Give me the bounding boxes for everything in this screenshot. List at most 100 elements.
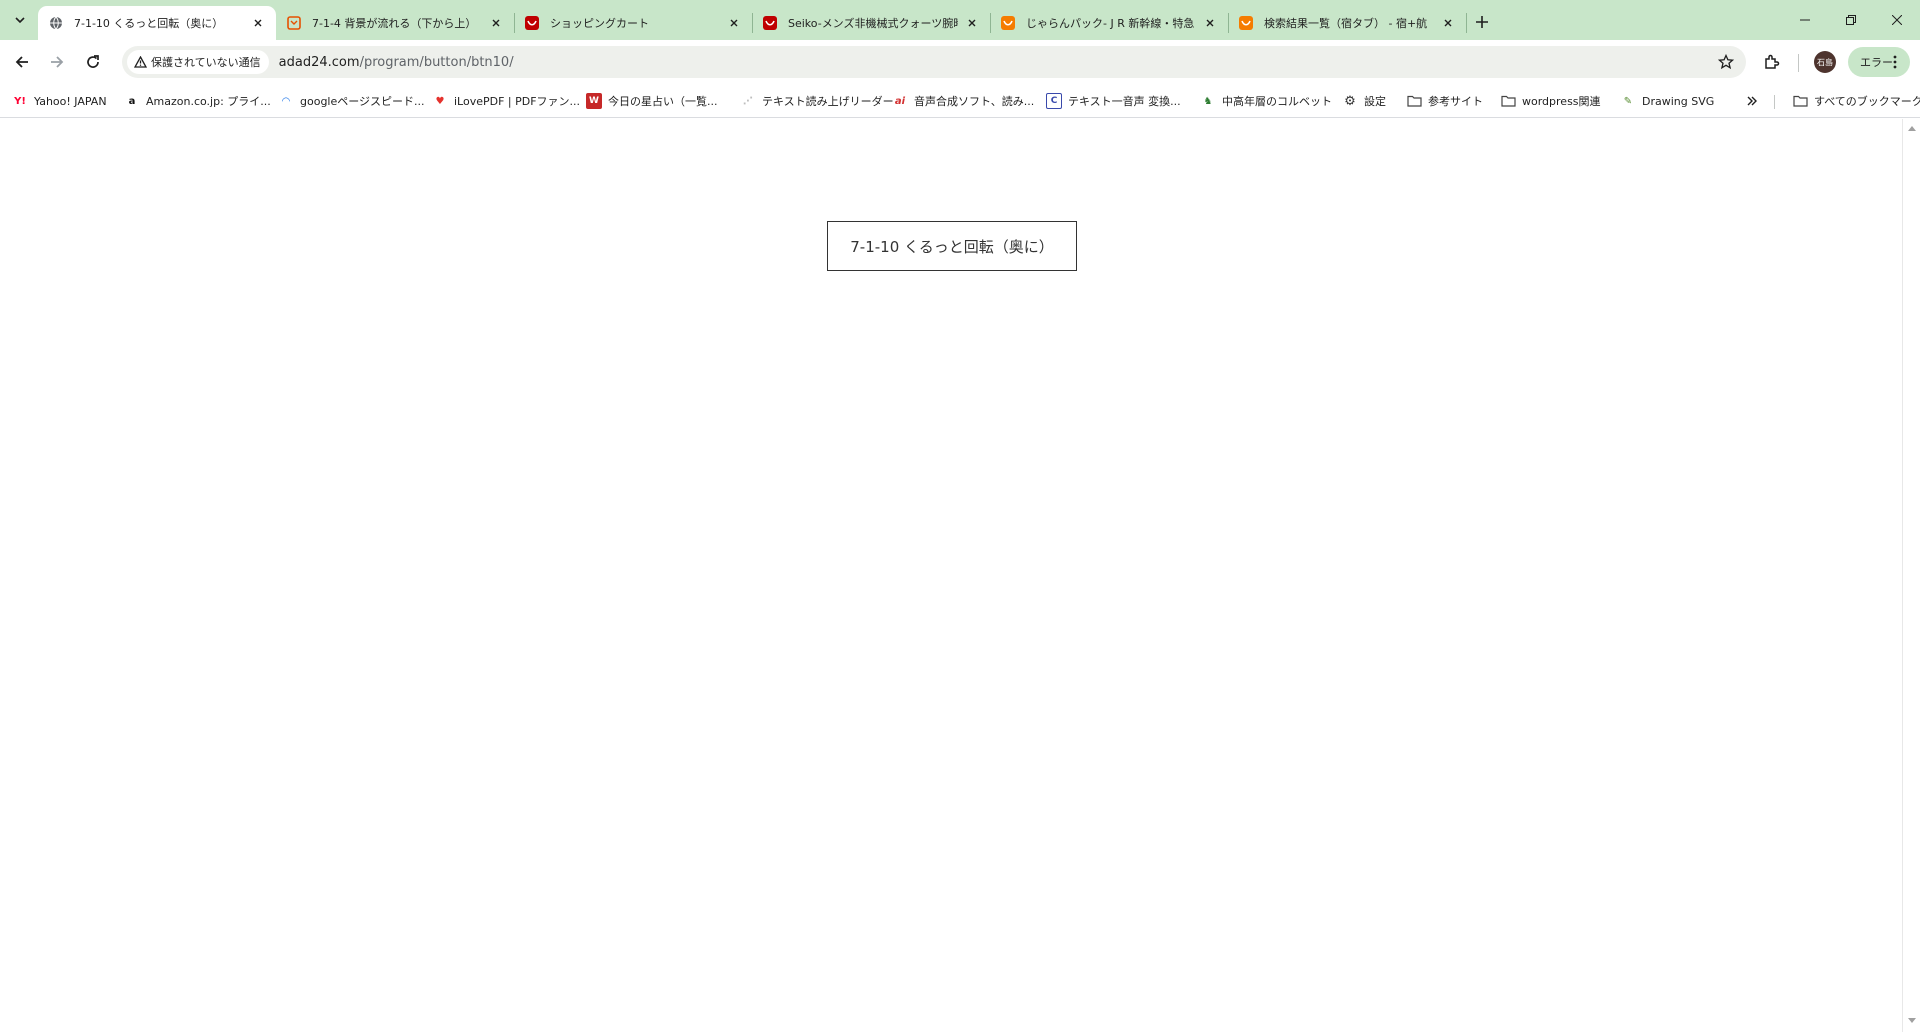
minimize-button[interactable] — [1782, 0, 1828, 40]
restore-icon — [1846, 15, 1856, 25]
close-icon[interactable] — [726, 15, 742, 31]
security-label: 保護されていない通信 — [151, 56, 261, 69]
bookmark-pagespeed[interactable]: ◠ googleページスピード... — [278, 90, 425, 112]
bookmark-folder-wordpress[interactable]: wordpress関連 — [1500, 90, 1601, 112]
tab-title: 検索結果一覧（宿タブ） - 宿+航 — [1264, 17, 1428, 30]
close-icon[interactable] — [964, 15, 980, 31]
error-menu-button[interactable]: エラー — [1848, 47, 1910, 77]
bookmark-label: wordpress関連 — [1522, 95, 1601, 108]
forward-button[interactable] — [45, 50, 69, 74]
tab-background-flow[interactable]: 7-1-4 背景が流れる（下から上） — [276, 6, 514, 40]
bookmarks-bar: Y! Yahoo! JAPAN a Amazon.co.jp: プライ... ◠… — [0, 84, 1920, 118]
tab-search-button[interactable] — [8, 8, 32, 32]
rotate-demo-button[interactable]: 7-1-10 くるっと回転（奥に） — [827, 221, 1077, 271]
double-chevron-right-icon — [1747, 96, 1757, 106]
folder-icon — [1406, 93, 1422, 109]
plus-icon — [1476, 16, 1488, 28]
all-bookmarks-button[interactable]: すべてのブックマーク — [1792, 90, 1920, 112]
restore-button[interactable] — [1828, 0, 1874, 40]
bookmark-star-button[interactable] — [1716, 52, 1736, 72]
tts-icon: ⋰ — [743, 95, 753, 107]
code-favicon-icon — [286, 15, 302, 31]
bookmark-settings[interactable]: ⚙ 設定 — [1342, 90, 1386, 112]
close-icon[interactable] — [1440, 15, 1456, 31]
profile-avatar[interactable]: 石島 — [1814, 51, 1836, 73]
back-button[interactable] — [10, 50, 34, 74]
url-host: adad24.com — [278, 54, 360, 70]
bookmarks-divider — [1774, 95, 1775, 109]
bookmark-drawing-svg[interactable]: ✎ Drawing SVG — [1620, 90, 1714, 112]
vertical-scrollbar[interactable] — [1902, 119, 1920, 1032]
horoscope-icon: W — [586, 93, 602, 109]
warning-icon — [133, 55, 147, 69]
bookmark-label: すべてのブックマーク — [1814, 95, 1920, 108]
bookmark-label: 音声合成ソフト、読み... — [914, 95, 1035, 108]
bookmark-label: 設定 — [1364, 95, 1386, 108]
tab-title: 7-1-10 くるっと回転（奥に） — [74, 17, 224, 30]
tab-title: ショッピングカート — [550, 17, 649, 30]
tab-search-results[interactable]: 検索結果一覧（宿タブ） - 宿+航 — [1228, 6, 1466, 40]
tab-title: Seiko-メンズ非機械式クォーツ腕時 — [788, 17, 958, 30]
bookmark-label: 中高年層のコルベット — [1222, 95, 1332, 108]
reload-icon — [87, 55, 99, 68]
bookmark-label: 今日の星占い（一覧... — [608, 95, 718, 108]
star-icon — [1718, 54, 1734, 70]
tab-jalan-pack[interactable]: じゃらんパック- J R 新幹線・特急 — [990, 6, 1228, 40]
rakuten-favicon-icon — [524, 15, 540, 31]
bookmark-folder-reference[interactable]: 参考サイト — [1406, 90, 1483, 112]
minimize-icon — [1800, 19, 1810, 21]
folder-icon — [1792, 93, 1808, 109]
scroll-down-icon[interactable] — [1908, 1017, 1916, 1025]
security-indicator[interactable]: 保護されていない通信 — [127, 50, 269, 74]
close-icon[interactable] — [1202, 15, 1218, 31]
bookmark-text-voice[interactable]: C テキスト一音声 変換... — [1046, 90, 1181, 112]
puzzle-icon — [1765, 54, 1780, 69]
reload-button[interactable] — [81, 50, 105, 74]
browser-toolbar: 保護されていない通信 adad24.com/program/button/btn… — [0, 40, 1920, 84]
page-content: 7-1-10 くるっと回転（奥に） — [0, 119, 1902, 1032]
convert-icon: C — [1046, 93, 1062, 109]
bookmark-ilovepdf[interactable]: ♥ iLovePDF | PDFファン... — [432, 90, 581, 112]
tab-active[interactable]: 7-1-10 くるっと回転（奥に） — [38, 6, 276, 40]
extensions-button[interactable] — [1760, 50, 1784, 74]
address-bar[interactable]: 保護されていない通信 adad24.com/program/button/btn… — [122, 46, 1746, 78]
bookmark-yahoo[interactable]: Y! Yahoo! JAPAN — [12, 90, 107, 112]
close-icon[interactable] — [250, 15, 266, 31]
gear-icon: ⚙ — [1344, 93, 1356, 109]
rakuten-favicon-icon — [762, 15, 778, 31]
tab-shopping-cart[interactable]: ショッピングカート — [514, 6, 752, 40]
bookmark-label: 参考サイト — [1428, 95, 1483, 108]
new-tab-button[interactable] — [1470, 10, 1494, 34]
bookmark-label: googleページスピード... — [300, 95, 425, 108]
globe-icon — [48, 15, 64, 31]
toolbar-divider — [1798, 54, 1799, 72]
tab-seiko-watch[interactable]: Seiko-メンズ非機械式クォーツ腕時 — [752, 6, 990, 40]
url-text[interactable]: adad24.com/program/button/btn10/ — [279, 55, 514, 70]
arrow-left-icon — [15, 56, 28, 68]
corvette-icon: ♞ — [1203, 95, 1213, 107]
pagespeed-icon: ◠ — [282, 95, 290, 107]
bookmarks-overflow-button[interactable] — [1746, 90, 1758, 112]
tab-strip: 7-1-10 くるっと回転（奥に） 7-1-4 背景が流れる（下から上） ショッ… — [0, 0, 1920, 40]
folder-icon — [1500, 93, 1516, 109]
bookmark-amazon[interactable]: a Amazon.co.jp: プライ... — [124, 90, 271, 112]
ilovepdf-icon: ♥ — [435, 95, 445, 107]
close-window-button[interactable] — [1874, 0, 1920, 40]
bookmark-voice-synth[interactable]: ai 音声合成ソフト、読み... — [892, 90, 1034, 112]
bookmark-corvette[interactable]: ♞ 中高年層のコルベット — [1200, 90, 1332, 112]
svg-leaf-icon: ✎ — [1623, 95, 1633, 107]
close-icon — [1892, 15, 1902, 25]
bookmark-horoscope[interactable]: W 今日の星占い（一覧... — [586, 90, 718, 112]
close-icon[interactable] — [488, 15, 504, 31]
bookmark-tts-reader[interactable]: ⋰ テキスト読み上げリーダー — [740, 90, 894, 112]
voice-icon: ai — [894, 95, 906, 107]
bookmark-label: iLovePDF | PDFファン... — [454, 95, 581, 108]
amazon-icon: a — [128, 95, 136, 107]
more-vert-icon — [1888, 54, 1902, 70]
bookmark-label: Yahoo! JAPAN — [34, 94, 107, 108]
bookmark-label: テキスト読み上げリーダー — [762, 95, 894, 108]
scroll-up-icon[interactable] — [1908, 124, 1916, 132]
jalan-favicon-icon — [1000, 15, 1016, 31]
tab-divider — [1466, 13, 1467, 33]
url-path: /program/button/btn10/ — [359, 54, 514, 70]
